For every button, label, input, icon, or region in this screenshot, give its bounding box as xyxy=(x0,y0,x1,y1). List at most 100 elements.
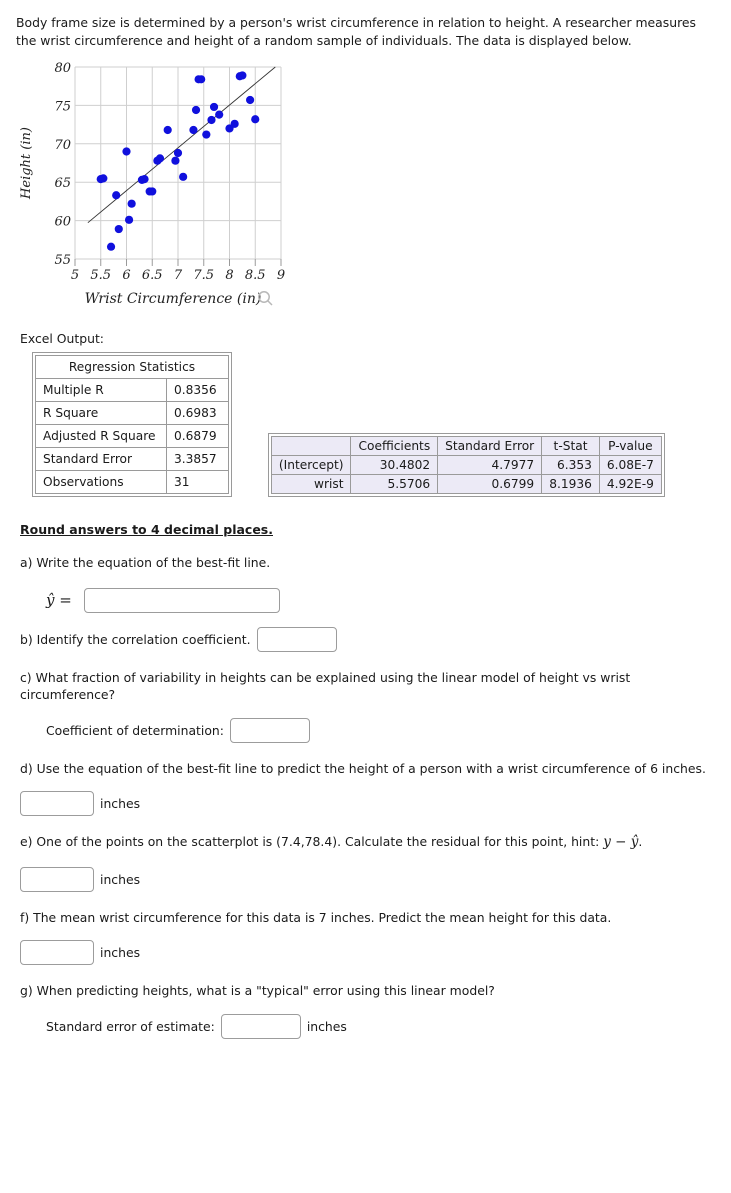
question-f-text: f) The mean wrist circumference for this… xyxy=(20,909,612,925)
data-point xyxy=(189,125,198,135)
t-stat-value: 8.1936 xyxy=(541,473,600,494)
rounding-instruction: Round answers to 4 decimal places. xyxy=(20,521,273,537)
x-tick-label: 5.5 xyxy=(90,268,111,283)
question-e-hint-formula: y − ŷ xyxy=(603,834,639,851)
coefficient-value: 30.4802 xyxy=(350,454,439,475)
question-e-input[interactable] xyxy=(20,866,94,892)
regression-stat-value: 0.6983 xyxy=(166,400,229,425)
y-tick-label: 60 xyxy=(54,215,71,230)
regression-statistics-title: Regression Statistics xyxy=(35,354,229,379)
x-tick-label: 8.5 xyxy=(245,268,266,283)
y-tick-label: 55 xyxy=(54,253,71,268)
regression-stat-label: Observations xyxy=(35,469,167,494)
data-point xyxy=(124,215,134,224)
coefficients-table: Coefficients Standard Error t-Stat P-val… xyxy=(267,432,665,497)
question-g-row: Standard error of estimate: inches xyxy=(46,1013,715,1039)
data-point xyxy=(148,187,157,196)
table-row: Standard Error 3.3857 xyxy=(35,446,229,471)
table-row: wrist 5.5706 0.6799 8.1936 4.92E-9 xyxy=(270,473,662,494)
data-point xyxy=(155,154,165,163)
question-e-text-after: . xyxy=(638,834,643,850)
chart-yaxis-labels: 55 60 65 70 75 80 xyxy=(54,61,71,268)
regression-stat-label: Multiple R xyxy=(35,377,167,402)
table-row: Adjusted R Square 0.6879 xyxy=(35,423,229,448)
question-a-answer-row: ŷ = xyxy=(46,587,715,613)
regression-stat-label: Adjusted R Square xyxy=(35,423,167,448)
standard-error-value: 4.7977 xyxy=(437,454,543,475)
question-b-row: b) Identify the correlation coefficient. xyxy=(20,626,715,652)
y-tick-label: 65 xyxy=(54,176,71,191)
data-point xyxy=(140,174,149,184)
data-point xyxy=(106,242,116,251)
regression-stat-label: Standard Error xyxy=(35,446,167,471)
table-header-row: Coefficients Standard Error t-Stat P-val… xyxy=(270,435,662,456)
intro-text: Body frame size is determined by a perso… xyxy=(16,15,696,48)
coefficient-row-name: (Intercept) xyxy=(270,454,352,475)
x-tick-label: 9 xyxy=(277,268,285,283)
x-tick-label: 7 xyxy=(174,268,183,283)
question-f-row: inches xyxy=(20,940,715,966)
data-point xyxy=(230,119,239,128)
yhat-equals-label: ŷ = xyxy=(46,591,72,610)
worksheet-page: Body frame size is determined by a perso… xyxy=(0,0,731,1039)
col-standard-error: Standard Error xyxy=(437,435,543,456)
x-tick-label: 8 xyxy=(225,268,233,283)
excel-output-label: Excel Output: xyxy=(20,330,104,346)
question-g-input[interactable] xyxy=(220,1013,301,1039)
x-tick-label: 7.5 xyxy=(193,268,214,283)
question-c-row: Coefficient of determination: xyxy=(46,717,715,743)
p-value-value: 6.08E-7 xyxy=(598,454,662,475)
y-tick-label: 75 xyxy=(54,99,71,114)
data-point xyxy=(202,130,211,139)
table-row: (Intercept) 30.4802 4.7977 6.353 6.08E-7 xyxy=(270,454,662,475)
data-point xyxy=(209,102,219,112)
question-c-input[interactable] xyxy=(229,717,310,743)
data-point xyxy=(238,71,247,80)
col-p-value: P-value xyxy=(598,435,662,456)
col-blank xyxy=(270,435,352,456)
question-g-unit: inches xyxy=(306,1018,347,1034)
regression-stat-value: 31 xyxy=(166,469,229,494)
coefficient-value: 5.5706 xyxy=(350,473,439,494)
data-point xyxy=(163,125,172,135)
data-point xyxy=(99,174,108,183)
question-e-unit: inches xyxy=(100,871,141,887)
y-tick-label: 80 xyxy=(54,61,71,76)
question-a-input[interactable] xyxy=(83,587,280,613)
data-point xyxy=(197,75,206,84)
data-point xyxy=(251,115,260,124)
data-point xyxy=(246,95,255,105)
data-point xyxy=(173,148,183,158)
table-row: Observations 31 xyxy=(35,469,229,494)
data-point xyxy=(215,110,224,119)
coefficient-row-name: wrist xyxy=(270,473,352,494)
chart-xaxis-labels: 5 5.5 6 6.5 7 7.5 8 8.5 9 xyxy=(71,268,285,283)
data-point xyxy=(179,172,188,181)
question-e-text: e) One of the points on the scatterplot … xyxy=(20,833,720,852)
question-b-text: b) Identify the correlation coefficient. xyxy=(20,631,251,647)
y-axis-title: Height (in) xyxy=(19,127,34,200)
data-point xyxy=(122,147,131,156)
col-t-stat: t-Stat xyxy=(541,435,600,456)
question-f-unit: inches xyxy=(100,945,141,961)
x-axis-title: Wrist Circumference (in) xyxy=(85,291,262,307)
data-point xyxy=(171,156,180,165)
data-point xyxy=(191,105,201,115)
data-point xyxy=(207,115,216,125)
data-point xyxy=(112,191,121,200)
question-d-input[interactable] xyxy=(20,791,94,817)
x-tick-label: 6 xyxy=(122,268,130,283)
question-b-input[interactable] xyxy=(256,626,337,652)
regression-statistics-table: Regression Statistics Multiple R 0.8356 R … xyxy=(32,351,232,497)
scatterplot-svg: 55 60 65 70 75 80 5 5.5 6 6.5 7 7.5 8 8.5 9 Height (in)… xyxy=(19,61,285,307)
question-e-row: inches xyxy=(20,866,715,892)
table-row: Multiple R 0.8356 xyxy=(35,377,229,402)
table-row: R Square 0.6983 xyxy=(35,400,229,425)
standard-error-value: 0.6799 xyxy=(437,473,543,494)
question-a-text: a) Write the equation of the best-fit li… xyxy=(20,554,271,570)
question-d-row: inches xyxy=(20,791,715,817)
scatterplot: 55 60 65 70 75 80 5 5.5 6 6.5 7 7.5 8 8.5 9 Height (in)… xyxy=(16,58,316,323)
question-f-input[interactable] xyxy=(20,940,94,966)
y-tick-label: 70 xyxy=(54,138,71,153)
regression-stat-value: 3.3857 xyxy=(166,446,229,471)
